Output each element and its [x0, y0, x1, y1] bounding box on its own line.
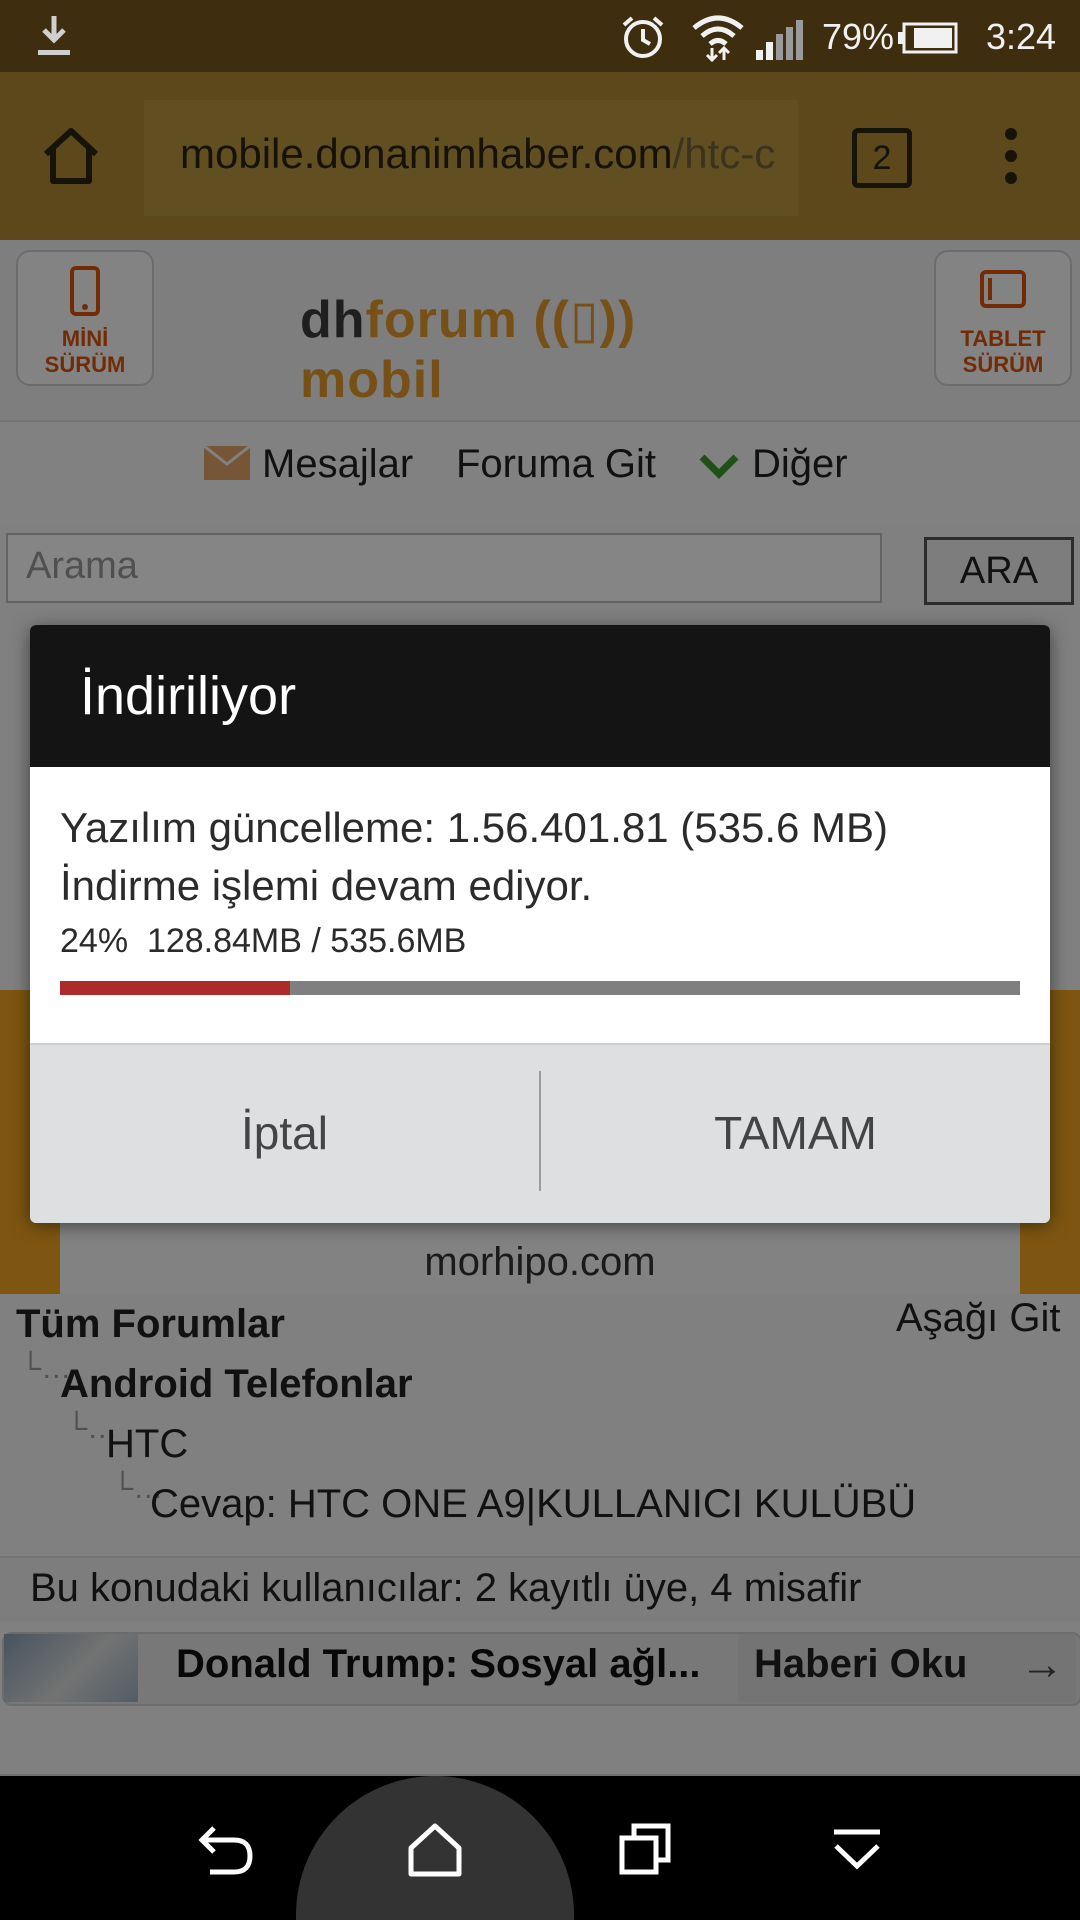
- battery-icon: [898, 22, 958, 54]
- download-status: İndirme işlemi devam ediyor.: [60, 862, 593, 909]
- hide-nav-icon[interactable]: [830, 1828, 884, 1872]
- progress-fill: [60, 981, 291, 995]
- clock: 3:24: [986, 16, 1057, 57]
- download-icon: [38, 16, 70, 55]
- battery-percent: 79%: [822, 16, 895, 57]
- progress-bar: [60, 981, 1020, 995]
- status-bar: 79% 3:24: [0, 0, 1080, 72]
- alarm-icon: [622, 16, 664, 58]
- recents-icon[interactable]: [618, 1822, 672, 1876]
- signal-icon: [756, 20, 803, 60]
- ok-button[interactable]: TAMAM: [541, 1043, 1050, 1221]
- progress-text: 24% 128.84MB / 535.6MB: [60, 922, 467, 960]
- update-info: Yazılım güncelleme: 1.56.401.81 (535.6 M…: [60, 804, 889, 851]
- back-icon[interactable]: [196, 1822, 256, 1876]
- cancel-button[interactable]: İptal: [30, 1043, 539, 1221]
- home-icon[interactable]: [406, 1822, 464, 1878]
- wifi-icon: [692, 15, 744, 62]
- dialog-title: İndiriliyor: [80, 666, 297, 726]
